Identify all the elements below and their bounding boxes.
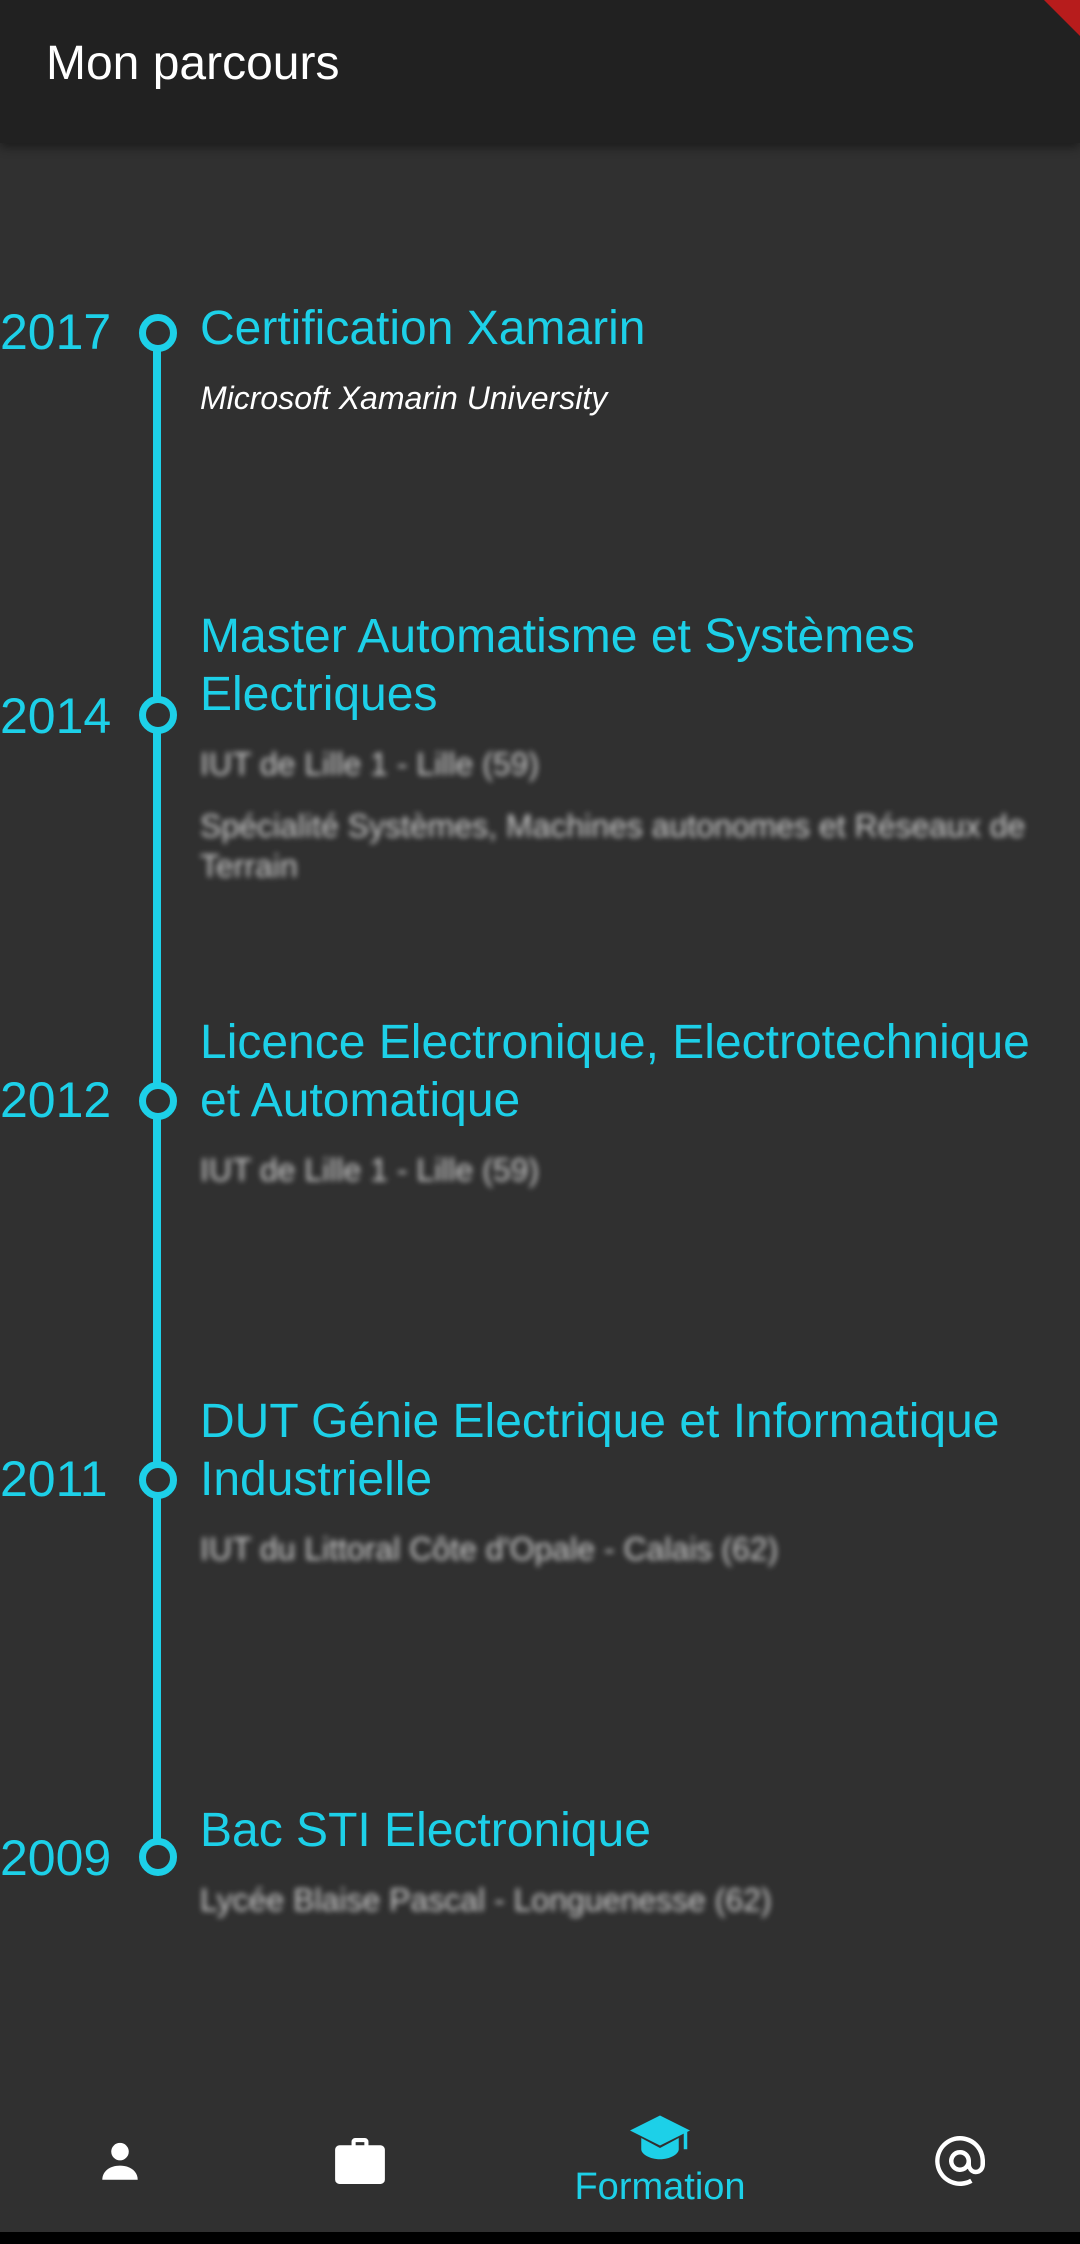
nav-experience[interactable]	[300, 2090, 420, 2232]
app-bar: Mon parcours	[0, 0, 1080, 143]
timeline-year: 2014	[0, 688, 112, 744]
education-title: Certification Xamarin	[200, 302, 646, 355]
timeline-dot	[139, 1838, 177, 1876]
timeline-dot	[139, 1082, 177, 1120]
education-detail: Spécialité Systèmes, Machines autonomes …	[200, 808, 1026, 884]
timeline-content: DUT Génie Electrique et Informatique Ind…	[200, 1393, 1072, 1569]
education-title: Bac STI Electronique	[200, 1804, 651, 1857]
timeline-content: Bac STI Electronique Lycée Blaise Pascal…	[200, 1802, 1072, 1920]
education-institution: IUT de Lille 1 - Lille (59)	[200, 1152, 540, 1188]
nav-contact[interactable]	[900, 2090, 1020, 2232]
bottom-navigation: Formation	[0, 2090, 1080, 2232]
timeline-year: 2011	[0, 1451, 108, 1507]
education-institution: Microsoft Xamarin University	[200, 380, 608, 416]
timeline-content: Master Automatisme et Systèmes Electriqu…	[200, 608, 1072, 886]
education-title: Licence Electronique, Electrotechnique e…	[200, 1016, 1030, 1127]
education-institution: IUT de Lille 1 - Lille (59)	[200, 746, 540, 782]
timeline-year: 2017	[0, 304, 112, 360]
graduation-cap-icon	[630, 2115, 690, 2160]
briefcase-icon	[335, 2138, 385, 2184]
timeline-dot	[139, 696, 177, 734]
education-title: Master Automatisme et Systèmes Electriqu…	[200, 610, 915, 721]
nav-formation-label: Formation	[574, 2166, 746, 2208]
at-sign-icon	[935, 2136, 985, 2186]
timeline-content: Licence Electronique, Electrotechnique e…	[200, 1014, 1072, 1190]
timeline-year: 2012	[0, 1072, 112, 1128]
timeline-year: 2009	[0, 1830, 112, 1886]
education-institution: IUT du Littoral Côte d'Opale - Calais (6…	[200, 1531, 779, 1567]
nav-profile[interactable]	[60, 2090, 180, 2232]
timeline-dot	[139, 314, 177, 352]
person-icon	[102, 2142, 138, 2180]
timeline-dot	[139, 1461, 177, 1499]
debug-banner	[1044, 0, 1080, 36]
system-navigation-bar	[0, 2232, 1080, 2244]
education-title: DUT Génie Electrique et Informatique Ind…	[200, 1395, 1000, 1506]
timeline-content: Certification Xamarin Microsoft Xamarin …	[200, 300, 1072, 418]
page-title: Mon parcours	[46, 37, 340, 90]
education-institution: Lycée Blaise Pascal - Longuenesse (62)	[200, 1882, 772, 1918]
nav-formation[interactable]: Formation	[540, 2090, 780, 2232]
